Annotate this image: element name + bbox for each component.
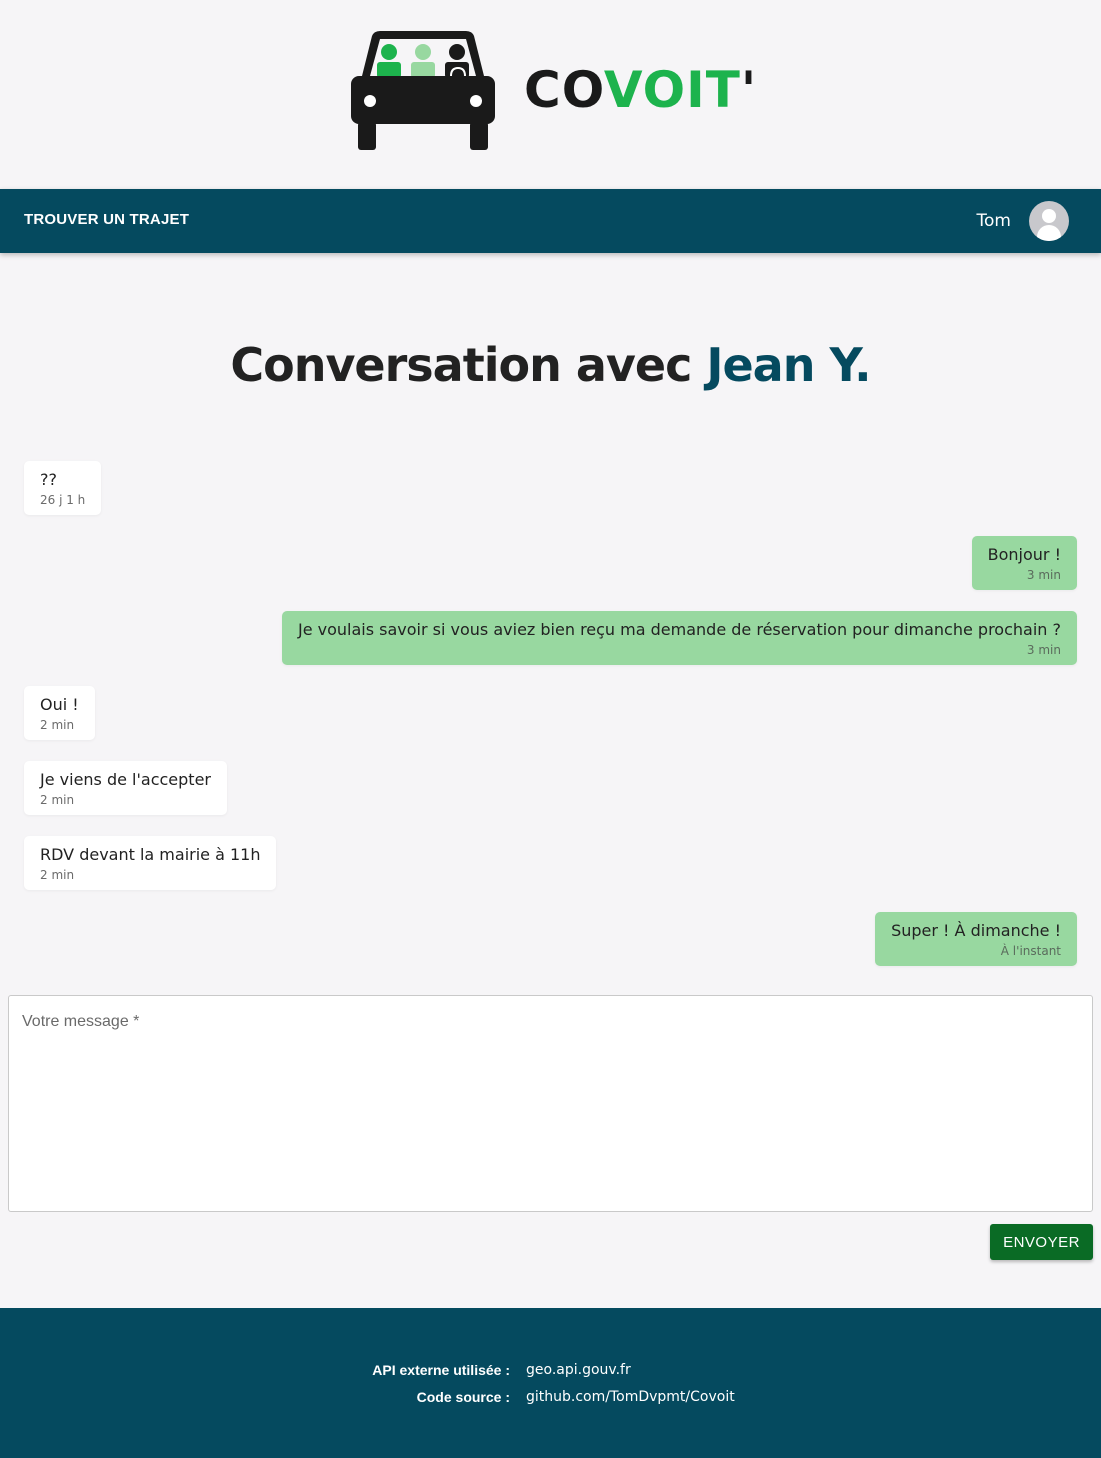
message-time: À l'instant — [1000, 944, 1061, 958]
message-field[interactable]: Votre message * — [8, 995, 1093, 1212]
footer-api-label: API externe utilisée : — [372, 1362, 510, 1378]
page-title-prefix: Conversation avec — [230, 338, 692, 392]
message-bubble-outgoing: Bonjour ! 3 min — [971, 536, 1077, 590]
message-text: ?? — [40, 470, 57, 489]
message-time: 2 min — [40, 868, 75, 882]
message-time: 2 min — [40, 718, 75, 732]
header: COVOIT' — [0, 0, 1101, 189]
footer-source-row: Code source : github.com/TomDvpmt/Covoit — [0, 1389, 1101, 1409]
logo[interactable]: COVOIT' — [350, 30, 757, 150]
user-name[interactable]: Tom — [977, 211, 1011, 231]
message-text: Je viens de l'accepter — [40, 770, 211, 789]
brand-name-part-1: CO — [524, 61, 604, 119]
message-bubble-outgoing: Super ! À dimanche ! À l'instant — [875, 912, 1077, 966]
footer-source-link[interactable]: github.com/TomDvpmt/Covoit — [526, 1389, 735, 1405]
avatar-icon[interactable] — [1029, 201, 1069, 241]
page-title: Conversation avec Jean Y. — [0, 338, 1101, 392]
message-time: 26 j 1 h — [40, 493, 86, 507]
footer: API externe utilisée : geo.api.gouv.fr C… — [0, 1308, 1101, 1458]
page-title-contact-name: Jean Y. — [706, 338, 871, 392]
message-text: Je voulais savoir si vous aviez bien reç… — [297, 620, 1061, 639]
message-bubble-incoming: ?? 26 j 1 h — [24, 461, 102, 515]
message-time: 3 min — [1026, 643, 1061, 657]
brand-name-apostrophe: ' — [740, 61, 758, 119]
car-logo-icon — [351, 31, 495, 150]
message-bubble-outgoing: Je voulais savoir si vous aviez bien reç… — [281, 611, 1077, 665]
footer-api-row: API externe utilisée : geo.api.gouv.fr — [0, 1362, 1101, 1382]
message-textarea[interactable] — [9, 996, 1092, 1211]
message-time: 3 min — [1026, 568, 1061, 582]
navbar: TROUVER UN TRAJET Tom — [0, 189, 1101, 253]
user-menu[interactable]: Tom — [977, 201, 1069, 241]
message-bubble-incoming: RDV devant la mairie à 11h 2 min — [24, 836, 277, 890]
message-text: RDV devant la mairie à 11h — [40, 845, 261, 864]
message-time: 2 min — [40, 793, 75, 807]
message-text: Super ! À dimanche ! — [891, 921, 1061, 940]
footer-source-label: Code source : — [416, 1389, 510, 1405]
send-button[interactable]: ENVOYER — [990, 1224, 1093, 1260]
footer-api-link[interactable]: geo.api.gouv.fr — [526, 1362, 631, 1378]
brand-name: COVOIT' — [524, 61, 757, 119]
message-bubble-incoming: Je viens de l'accepter 2 min — [24, 761, 227, 815]
message-text: Oui ! — [40, 695, 79, 714]
brand-name-part-green: VOIT — [603, 61, 741, 119]
message-text: Bonjour ! — [987, 545, 1061, 564]
message-bubble-incoming: Oui ! 2 min — [24, 686, 95, 740]
nav-find-ride-link[interactable]: TROUVER UN TRAJET — [24, 189, 189, 253]
